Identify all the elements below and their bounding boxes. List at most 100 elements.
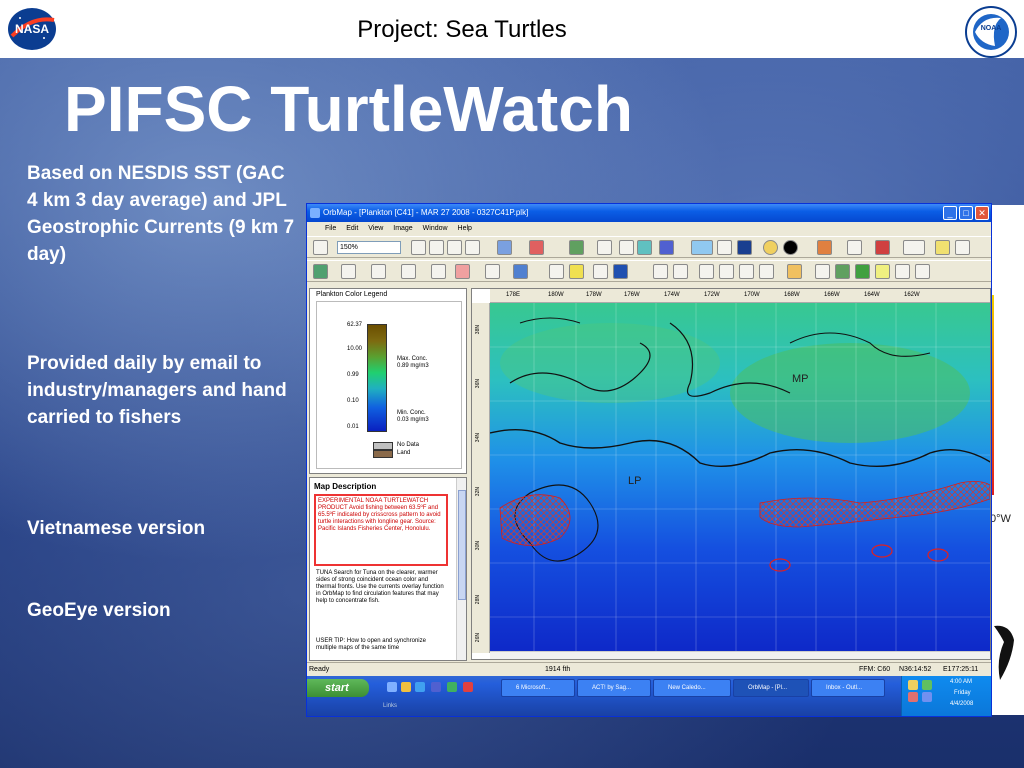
table-icon[interactable]	[637, 240, 652, 255]
fishhook-icon[interactable]	[815, 264, 830, 279]
legend-frame: 62.37 10.00 0.99 0.10 0.01 Max. Conc. 0.…	[316, 301, 462, 469]
phone-icon[interactable]	[619, 240, 634, 255]
status-ready: Ready	[309, 666, 330, 673]
play-icon[interactable]	[653, 264, 668, 279]
plankton-map[interactable]	[490, 303, 991, 653]
map-label-lp: LP	[628, 475, 642, 487]
legend-nodata-label: No Data	[397, 442, 420, 448]
scrollbar-thumb[interactable]	[458, 490, 466, 600]
turtlewatch-notice: EXPERIMENTAL NOAA TURTLEWATCH PRODUCT Av…	[314, 494, 448, 566]
layout-icon[interactable]	[341, 264, 356, 279]
quicklaunch-icon[interactable]	[387, 682, 397, 692]
pan-hand-icon[interactable]	[465, 240, 480, 255]
zoom-in-icon[interactable]	[411, 240, 426, 255]
maximize-button[interactable]: □	[959, 206, 973, 220]
quicklaunch-icon[interactable]	[431, 682, 441, 692]
monitor-icon[interactable]	[513, 264, 528, 279]
settings-icon[interactable]	[549, 264, 564, 279]
previous-frame-icon[interactable]	[719, 264, 734, 279]
legend-min-label: Min. Conc.	[397, 410, 426, 416]
overlay-icon[interactable]	[569, 240, 584, 255]
tray-icon[interactable]	[908, 680, 918, 690]
stop-icon[interactable]	[673, 264, 688, 279]
menu-view[interactable]: View	[368, 225, 383, 232]
toolbar-secondary	[307, 260, 991, 282]
menu-file[interactable]: File	[325, 225, 336, 232]
sun-icon[interactable]	[763, 240, 778, 255]
lon-tick: 164W	[864, 292, 880, 298]
info-icon[interactable]	[737, 240, 752, 255]
menu-image[interactable]: Image	[393, 225, 412, 232]
taskbar-item-orbmap[interactable]: OrbMap - [Pl...	[733, 679, 809, 697]
draw-icon[interactable]	[955, 240, 970, 255]
document-icon[interactable]	[401, 264, 416, 279]
close-button[interactable]: ✕	[975, 206, 989, 220]
next-frame-icon[interactable]	[739, 264, 754, 279]
current-icon[interactable]	[875, 240, 890, 255]
tray-icon[interactable]	[922, 680, 932, 690]
marker-icon[interactable]	[787, 264, 802, 279]
menu-window[interactable]: Window	[423, 225, 448, 232]
save-icon[interactable]	[717, 240, 732, 255]
light-icon[interactable]	[569, 264, 584, 279]
last-frame-icon[interactable]	[759, 264, 774, 279]
waypoint-icon[interactable]	[903, 240, 925, 255]
menu-help[interactable]: Help	[458, 225, 472, 232]
land-swatch	[373, 450, 393, 458]
first-frame-icon[interactable]	[699, 264, 714, 279]
pointer-icon[interactable]	[447, 240, 462, 255]
moon-icon[interactable]	[783, 240, 798, 255]
add-plus-icon[interactable]	[895, 264, 910, 279]
tray-icon[interactable]	[922, 692, 932, 702]
palette-icon[interactable]	[371, 264, 386, 279]
latitude-ruler: 38N 36N 34N 32N 30N 28N 26N	[472, 303, 490, 653]
map-description-pane[interactable]: Map Description EXPERIMENTAL NOAA TURTLE…	[309, 477, 467, 661]
brush-icon[interactable]	[431, 264, 446, 279]
map-icon[interactable]	[313, 264, 328, 279]
bullet-geoeye: GeoEye version	[27, 600, 171, 621]
search-icon[interactable]	[935, 240, 950, 255]
description-scrollbar[interactable]	[456, 478, 466, 660]
window-titlebar[interactable]: OrbMap - [Plankton [C41] - MAR 27 2008 -…	[307, 204, 991, 222]
minimize-button[interactable]: _	[943, 206, 957, 220]
temperature-icon[interactable]	[847, 240, 862, 255]
map-horizontal-scrollbar[interactable]	[490, 651, 990, 659]
lon-tick: 170W	[744, 292, 760, 298]
quicklaunch-icon[interactable]	[415, 682, 425, 692]
taskbar-item-act[interactable]: ACT! by Sag...	[577, 679, 651, 697]
links-toolbar[interactable]: Links	[383, 703, 397, 709]
clock-time[interactable]: 4:00 AM	[950, 679, 972, 685]
tray-icon[interactable]	[908, 692, 918, 702]
zoom-out-icon[interactable]	[429, 240, 444, 255]
legend-tick: 0.01	[347, 424, 359, 430]
ffm-icon[interactable]	[691, 240, 713, 255]
boat-icon[interactable]	[593, 264, 608, 279]
quicklaunch-icon[interactable]	[463, 682, 473, 692]
rectangle-icon[interactable]	[455, 264, 470, 279]
orbmap-window[interactable]: OrbMap - [Plankton [C41] - MAR 27 2008 -…	[306, 203, 992, 717]
grid-icon[interactable]	[529, 240, 544, 255]
print-icon[interactable]	[597, 240, 612, 255]
fish-icon[interactable]	[817, 240, 832, 255]
menu-edit[interactable]: Edit	[346, 225, 358, 232]
filter-icon[interactable]	[875, 264, 890, 279]
globe-icon[interactable]	[613, 264, 628, 279]
gear-icon[interactable]	[855, 264, 870, 279]
taskbar-item-inbox[interactable]: Inbox - Outl...	[811, 679, 885, 697]
new-icon[interactable]	[313, 240, 328, 255]
map-view-pane[interactable]: 178E 180W 178W 176W 174W 172W 170W 168W …	[471, 288, 991, 660]
quicklaunch-icon[interactable]	[447, 682, 457, 692]
quicklaunch-icon[interactable]	[401, 682, 411, 692]
start-button[interactable]: start	[307, 679, 369, 697]
bottle-icon[interactable]	[915, 264, 930, 279]
taskbar-item-microsoft[interactable]: 6 Microsoft...	[501, 679, 575, 697]
tuna-description: TUNA Search for Tuna on the clearer, war…	[316, 570, 444, 604]
note-icon[interactable]	[835, 264, 850, 279]
status-latitude: N36:14:52	[899, 666, 932, 673]
user-tip: USER TIP: How to open and synchronize mu…	[316, 638, 426, 651]
chart-icon[interactable]	[659, 240, 674, 255]
image-icon[interactable]	[485, 264, 500, 279]
taskbar-item-new-caledonia[interactable]: New Caledo...	[653, 679, 731, 697]
layer-icon[interactable]	[497, 240, 512, 255]
zoom-select[interactable]: 150%	[337, 241, 401, 254]
